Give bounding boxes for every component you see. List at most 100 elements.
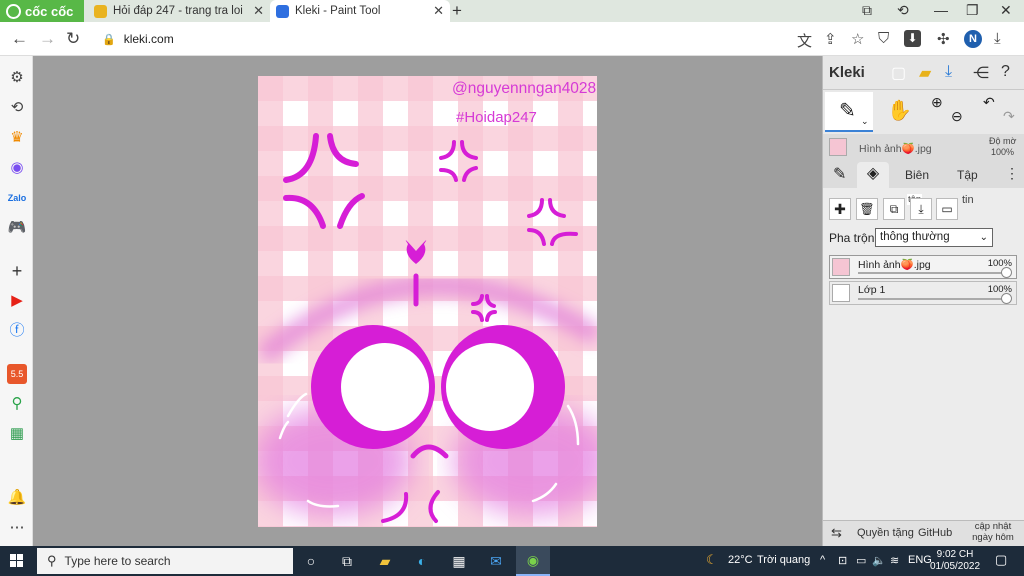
address-bar[interactable]: 🔒 kleki.com <box>92 26 812 52</box>
kleki-logo[interactable]: Kleki <box>829 64 865 81</box>
layer-opacity-track[interactable] <box>858 272 1008 274</box>
crown-icon[interactable]: ♛ <box>7 128 27 148</box>
zalo-icon[interactable]: Zalo <box>7 188 27 208</box>
github-link[interactable]: GitHub <box>918 527 952 539</box>
drawing-canvas[interactable]: @nguyennngan4028 #Hoidap247 <box>258 76 597 527</box>
bookmark-star-icon[interactable]: ☆ <box>851 30 864 48</box>
help-icon[interactable]: ? <box>1001 63 1010 81</box>
layer-opacity-track[interactable] <box>858 298 1008 300</box>
forward-arrow-icon[interactable]: → <box>39 29 56 49</box>
battery-icon[interactable]: ▭ <box>856 554 866 567</box>
close-window-icon[interactable]: ✕ <box>1000 2 1012 19</box>
opacity-label: Độ mờ <box>989 136 1017 146</box>
zoom-out-icon[interactable]: ⊖ <box>951 108 963 125</box>
canvas-workspace[interactable]: @nguyennngan4028 #Hoidap247 <box>33 56 822 546</box>
close-tab-icon[interactable]: ✕ <box>433 3 444 19</box>
youtube-icon[interactable]: ▶ <box>7 291 27 311</box>
layer-opacity-knob[interactable] <box>1001 267 1012 278</box>
network-icon[interactable]: ⊡ <box>838 554 847 567</box>
brush-tool-button[interactable]: ✎ ⌄ <box>825 92 873 132</box>
delete-layer-icon[interactable]: 🗑 <box>856 198 878 220</box>
map-pin-icon[interactable]: ⚲ <box>7 394 27 414</box>
windows-start-icon[interactable] <box>10 554 24 568</box>
messenger-icon[interactable]: ◉ <box>7 158 27 178</box>
tray-expand-icon[interactable]: ^ <box>820 554 825 566</box>
layer-opacity-knob[interactable] <box>1001 293 1012 304</box>
edge-icon[interactable]: ◐ <box>413 552 431 570</box>
kleki-header: Kleki ▢ ▰ ⤓ ⋲ ? <box>823 56 1024 90</box>
taskbar-search-box[interactable]: ⚲ Type here to search <box>37 548 293 574</box>
wifi-icon[interactable]: ≋ <box>890 554 899 567</box>
taskbar-clock[interactable]: 9:02 CH 01/05/2022 <box>930 549 980 573</box>
task-view-icon[interactable]: ⧉ <box>338 552 356 570</box>
close-tab-icon[interactable]: ✕ <box>253 3 264 19</box>
layer-item-image[interactable]: Hình ảnh🍑.jpg 100% <box>829 255 1017 279</box>
settings-gear-icon[interactable]: ⚙ <box>7 68 27 88</box>
mail-icon[interactable]: ✉ <box>487 552 505 570</box>
brand-label: cốc cốc <box>25 3 74 19</box>
license-link[interactable]: Quyền tặng <box>857 527 914 539</box>
tab-tap[interactable]: Tập <box>957 168 978 182</box>
profile-avatar[interactable]: N <box>964 30 982 48</box>
tab-kleki[interactable]: Kleki - Paint Tool ✕ <box>270 0 450 22</box>
file-explorer-icon[interactable]: ▰ <box>376 552 394 570</box>
zoom-in-icon[interactable]: ⊕ <box>931 94 943 111</box>
coccoc-brand-button[interactable]: cốc cốc <box>0 0 84 22</box>
downloads-icon[interactable]: ⤓ <box>994 30 1001 47</box>
language-label[interactable]: ENG <box>908 554 932 566</box>
screenshot-icon[interactable]: ⧉ <box>862 2 872 19</box>
redo-icon[interactable]: ↷ <box>1003 108 1015 125</box>
share-nodes-icon[interactable]: ⋲ <box>973 63 989 83</box>
store-icon[interactable]: ▦ <box>450 552 468 570</box>
hand-tool-icon[interactable]: ✋ <box>887 98 912 123</box>
chevron-down-icon[interactable]: ⌄ <box>861 116 869 127</box>
add-layer-icon[interactable]: ✚ <box>829 198 851 220</box>
action-center-icon[interactable]: ▢ <box>995 552 1007 568</box>
cortana-icon[interactable]: ○ <box>302 552 320 570</box>
layers-tab-icon[interactable]: ◈ <box>857 162 889 188</box>
undo-icon[interactable]: ↶ <box>983 94 995 111</box>
save-download-icon[interactable]: ⤓ <box>945 63 952 81</box>
reload-icon[interactable]: ↻ <box>66 29 80 49</box>
blend-value: thông thường <box>880 231 950 243</box>
update-line1: cập nhật <box>974 521 1012 532</box>
duplicate-layer-icon[interactable]: ⧉ <box>883 198 905 220</box>
minimize-icon[interactable]: — <box>934 2 948 18</box>
maximize-icon[interactable]: ❐ <box>966 2 979 19</box>
more-options-icon[interactable]: ⋯ <box>7 518 27 538</box>
coccoc-taskbar-button[interactable]: ◉ <box>516 546 550 576</box>
search-placeholder: Type here to search <box>64 554 171 568</box>
open-folder-icon[interactable]: ▰ <box>919 63 931 83</box>
new-tab-plus-icon[interactable]: + <box>452 1 462 21</box>
restore-back-icon[interactable]: ⟲ <box>897 2 909 19</box>
translate-icon[interactable]: 文 <box>797 30 812 51</box>
add-sidebar-icon[interactable]: + <box>7 261 27 281</box>
layer-item-lop1[interactable]: Lớp 1 100% <box>829 281 1017 305</box>
game-controller-icon[interactable]: 🎮 <box>7 218 27 238</box>
blend-mode-select[interactable]: thông thường ⌄ <box>875 228 993 247</box>
rename-layer-icon[interactable]: ▭ <box>936 198 958 220</box>
tab-hoidap247[interactable]: Hỏi đáp 247 - trang tra loi ✕ <box>88 0 270 22</box>
share-icon[interactable]: ⇪ <box>824 30 837 48</box>
history-icon[interactable]: ⟲ <box>7 98 27 118</box>
tab-bien[interactable]: Biên <box>905 168 929 182</box>
extensions-puzzle-icon[interactable]: ✣ <box>937 30 950 48</box>
sheet-icon[interactable]: ▦ <box>7 424 27 444</box>
shopping-55-icon[interactable]: 5.5 <box>7 364 27 384</box>
swap-panel-icon[interactable]: ⇆ <box>831 525 842 541</box>
kleki-footer: ⇆ Quyền tặng GitHub cập nhật ngày hôm qu… <box>823 520 1024 554</box>
weather-text[interactable]: Trời quang <box>757 554 810 566</box>
facebook-icon[interactable]: ⓕ <box>7 321 27 341</box>
new-image-icon[interactable]: ▢ <box>891 63 906 83</box>
volume-icon[interactable]: 🔈 <box>872 554 886 567</box>
notification-bell-icon[interactable]: 🔔 <box>7 488 27 508</box>
shield-icon[interactable]: ⛉ <box>878 30 889 47</box>
download-savior-icon[interactable]: ⬇ <box>904 30 921 47</box>
merge-layer-icon[interactable]: ⤓ <box>910 198 932 220</box>
weather-temp[interactable]: 22°C <box>728 554 753 566</box>
artwork-image <box>258 76 597 527</box>
brush-tab-icon[interactable]: ✎ <box>833 164 846 184</box>
more-vertical-icon[interactable]: ⋮ <box>1005 165 1019 182</box>
back-arrow-icon[interactable]: ← <box>11 29 28 49</box>
source-layer-name: Hình ảnh🍑.jpg <box>859 143 932 155</box>
